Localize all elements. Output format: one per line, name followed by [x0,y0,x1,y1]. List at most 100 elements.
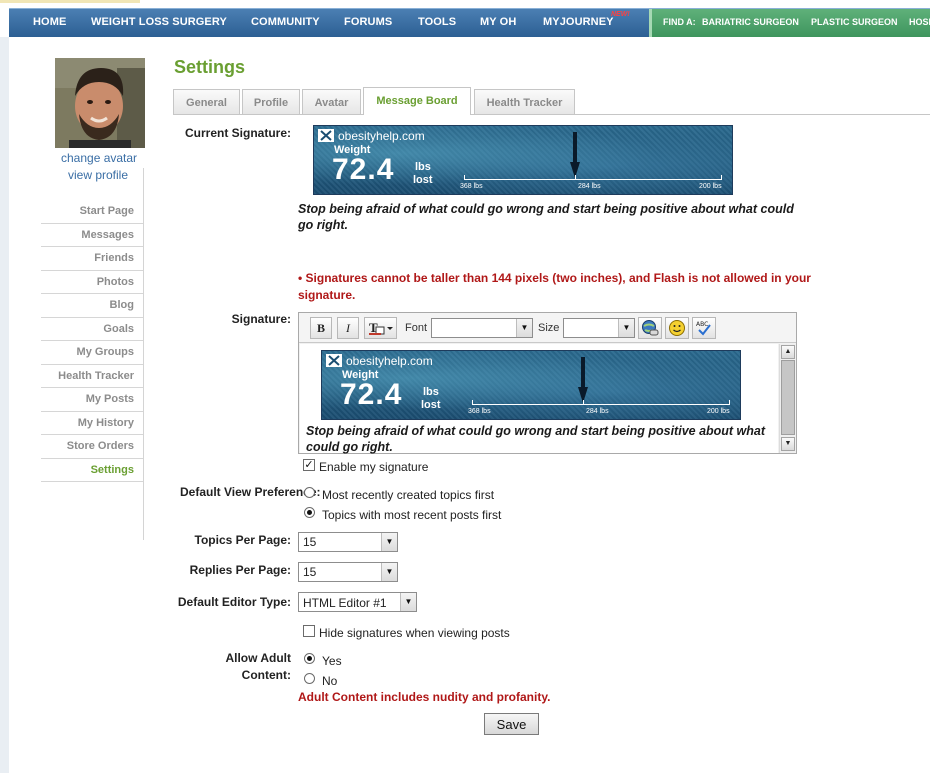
sidebar-item-blog[interactable]: Blog [41,294,143,318]
view-option-posts: Topics with most recent posts first [322,508,502,522]
font-select[interactable]: ▼ [431,318,533,338]
signature-banner-current: obesityhelp.com Weight 72.4 lbs lost 368… [313,125,733,195]
size-select[interactable]: ▼ [563,318,635,338]
editor-scrollbar[interactable]: ▲ ▼ [779,344,795,453]
banner-unit-lbs: lbs [415,161,431,173]
chevron-down-icon: ▼ [618,319,634,337]
view-profile-link[interactable]: view profile [68,168,128,182]
view-option-created: Most recently created topics first [322,488,495,502]
globe-link-icon [642,320,659,336]
adult-content-note: Adult Content includes nudity and profan… [298,690,551,704]
topics-per-page-select[interactable]: 15 ▼ [298,532,398,552]
avatar-photo [55,58,145,148]
chevron-down-icon: ▼ [400,593,416,611]
page-edge [0,37,9,773]
save-button[interactable]: Save [484,713,539,735]
insert-smiley-button[interactable] [665,317,689,339]
banner-unit-lbs: lbs [423,386,439,398]
spellcheck-button[interactable]: ABC [692,317,716,339]
topics-per-page-label: Topics Per Page: [194,533,291,547]
svg-text:ABC: ABC [696,321,708,328]
editor-toolbar: B I T Font ▼ Size ▼ ABC [299,313,796,343]
replies-per-page-value: 15 [303,565,317,579]
hide-signatures-checkbox[interactable] [303,625,315,637]
sidebar-item-my-posts[interactable]: My Posts [41,388,143,412]
banner-scale-line [472,404,730,405]
banner-scale-start: 368 lbs [468,408,491,415]
banner-progress-tick [575,175,576,180]
banner-progress-marker [570,132,580,178]
sidebar-item-settings[interactable]: Settings [41,459,143,482]
sidebar-item-my-history[interactable]: My History [41,412,143,435]
tab-message-board[interactable]: Message Board [363,87,471,115]
sidebar-item-store-orders[interactable]: Store Orders [41,435,143,459]
sidebar-item-health-tracker[interactable]: Health Tracker [41,365,143,388]
banner-site: obesityhelp.com [346,354,433,368]
find-plastic-surgeon[interactable]: PLASTIC SURGEON [811,17,898,27]
insert-link-button[interactable] [638,317,662,339]
sidebar-item-messages[interactable]: Messages [41,224,143,247]
nav-home[interactable]: HOME [33,16,66,28]
editor-type-value: HTML Editor #1 [303,596,387,610]
banner-unit-lost: lost [413,174,433,186]
adult-radio-yes[interactable] [304,653,315,664]
signature-label: Signature: [231,312,291,326]
default-view-label: Default View Preference: [180,485,321,499]
banner-scale-mid: 284 lbs [586,408,609,415]
size-label: Size [538,322,560,334]
tab-avatar[interactable]: Avatar [302,89,361,114]
find-bariatric-surgeon[interactable]: BARIATRIC SURGEON [702,17,799,27]
scroll-up-icon[interactable]: ▲ [781,345,795,359]
italic-button[interactable]: I [337,317,359,339]
find-hospital[interactable]: HOSP [909,17,930,27]
sidebar-item-photos[interactable]: Photos [41,271,143,294]
nav-tools[interactable]: TOOLS [418,16,456,28]
adult-radio-no[interactable] [304,673,315,684]
editor-type-select[interactable]: HTML Editor #1 ▼ [298,592,417,612]
signature-warning: • Signatures cannot be taller than 144 p… [298,271,811,302]
enable-signature-label: Enable my signature [319,460,429,474]
banner-scale-end: 200 lbs [707,408,730,415]
nav-my-oh[interactable]: MY OH [480,16,516,28]
signature-editor-body[interactable]: obesityhelp.com Weight 72.4 lbs lost 368… [300,344,778,454]
signature-banner-editor: obesityhelp.com Weight 72.4 lbs lost 368… [321,350,741,420]
sidebar-item-start-page[interactable]: Start Page [41,200,143,224]
tab-health-tracker[interactable]: Health Tracker [474,89,575,114]
replies-per-page-select[interactable]: 15 ▼ [298,562,398,582]
obesityhelp-logo-icon [326,354,342,367]
replies-per-page-label: Replies Per Page: [189,563,291,577]
scroll-down-icon[interactable]: ▼ [781,437,795,451]
sidebar-item-goals[interactable]: Goals [41,318,143,341]
find-a-label: FIND A: [663,17,696,27]
nav-community[interactable]: COMMUNITY [251,16,320,28]
view-radio-most-recent-posts[interactable] [304,507,315,518]
banner-progress-marker [578,357,588,403]
tab-profile[interactable]: Profile [242,89,300,114]
text-color-icon: T [368,320,393,335]
enable-signature-checkbox[interactable]: ✓ [303,459,315,471]
nav-forums[interactable]: FORUMS [344,16,392,28]
spellcheck-icon: ABC [696,321,711,336]
sidebar-item-my-groups[interactable]: My Groups [41,341,143,365]
banner-lost-value: 72.4 [340,378,403,411]
obesityhelp-logo-icon [318,129,334,142]
smiley-icon [669,320,685,336]
current-signature-label: Current Signature: [184,126,291,140]
nav-myjourney[interactable]: MYJOURNEY [543,16,614,28]
change-avatar-link[interactable]: change avatar [61,151,137,165]
text-color-button[interactable]: T [364,317,397,339]
banner-lost-value: 72.4 [332,153,395,186]
bold-button[interactable]: B [310,317,332,339]
adult-option-yes: Yes [322,654,342,668]
avatar[interactable] [55,58,145,148]
sidebar-item-friends[interactable]: Friends [41,247,143,271]
editor-signature-text: Stop being afraid of what could go wrong… [306,424,766,454]
banner-scale-mid: 284 lbs [578,183,601,190]
tab-general[interactable]: General [173,89,240,114]
banner-progress-tick [583,400,584,405]
view-radio-most-recent-created[interactable] [304,487,315,498]
sidebar-menu: Start Page Messages Friends Photos Blog … [41,200,143,482]
nav-weight-loss-surgery[interactable]: WEIGHT LOSS SURGERY [91,16,227,28]
scroll-thumb[interactable] [781,360,795,435]
sidebar-divider [143,168,144,540]
